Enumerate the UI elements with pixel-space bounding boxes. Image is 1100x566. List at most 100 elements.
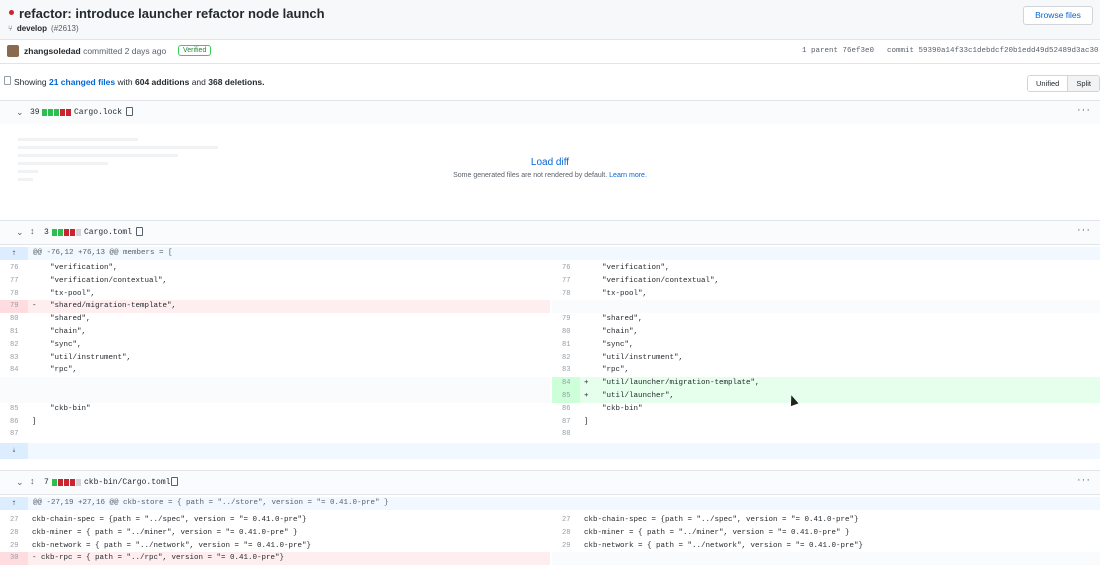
- expand-down-icon[interactable]: ⇣: [0, 443, 28, 459]
- code-line: + "util/launcher",: [584, 392, 675, 400]
- diff-stats: Showing 21 changed files with 604 additi…: [0, 70, 1100, 94]
- clipboard-icon[interactable]: [171, 477, 178, 486]
- stats-text: Showing 21 changed files with 604 additi…: [14, 77, 264, 87]
- line-number[interactable]: 86: [0, 416, 28, 429]
- line-number[interactable]: [0, 390, 28, 403]
- diff-row: 29 ckb-network = { path = "../network", v…: [0, 540, 1100, 553]
- diff-row: 27 ckb-chain-spec = {path = "../spec", ve…: [0, 514, 1100, 527]
- line-number[interactable]: 80: [552, 326, 580, 339]
- author-line: zhangsoledad committed 2 days ago: [24, 46, 166, 56]
- unfold-icon[interactable]: ↕: [30, 226, 35, 236]
- avatar[interactable]: [7, 45, 19, 57]
- diff-row: 79 - "shared/migration-template",: [0, 300, 1100, 314]
- diff-row: 82 "sync", 81 "sync",: [0, 339, 1100, 352]
- code-line: ckb-miner = { path = "../miner", version…: [584, 528, 850, 537]
- kebab-icon[interactable]: ···: [1077, 224, 1091, 236]
- line-number[interactable]: 78: [0, 288, 28, 301]
- line-number[interactable]: 76: [0, 262, 28, 275]
- expand-up-icon[interactable]: ⇡: [0, 497, 28, 510]
- line-number[interactable]: 86: [552, 403, 580, 416]
- file-change-count: 7: [44, 478, 49, 487]
- line-number[interactable]: 83: [552, 364, 580, 377]
- clipboard-icon[interactable]: [136, 227, 143, 236]
- diff-row: 85 + "util/launcher",: [0, 390, 1100, 403]
- chevron-down-icon[interactable]: ⌄: [16, 477, 24, 488]
- chevron-down-icon[interactable]: ⌄: [16, 227, 24, 238]
- file-name[interactable]: Cargo.toml: [84, 228, 132, 237]
- code-line: "rpc",: [584, 366, 630, 375]
- hunk-header: ⇡ @@ -27,19 +27,16 @@ ckb-store = { path…: [0, 497, 1100, 510]
- code-line: "ckb-bin": [584, 404, 643, 413]
- unified-button[interactable]: Unified: [1028, 76, 1069, 91]
- load-diff-link[interactable]: Load diff: [0, 157, 1100, 168]
- kebab-icon[interactable]: ···: [1077, 104, 1091, 116]
- view-toggle: Unified Split: [1027, 75, 1100, 92]
- line-number[interactable]: 85: [552, 390, 580, 403]
- unfold-icon[interactable]: ↕: [30, 476, 35, 486]
- line-number[interactable]: 82: [0, 339, 28, 352]
- status-dot-icon: [9, 10, 14, 15]
- code-line: "sync",: [584, 340, 634, 349]
- line-number[interactable]: 27: [0, 514, 28, 527]
- line-number[interactable]: [552, 300, 580, 313]
- code-line: ckb-miner = { path = "../miner", version…: [32, 528, 298, 537]
- line-number[interactable]: 81: [0, 326, 28, 339]
- diff-row: 77 "verification/contextual", 77 "verific…: [0, 275, 1100, 288]
- file-name[interactable]: Cargo.lock: [74, 108, 122, 117]
- diff-row: 76 "verification", 76 "verification",: [0, 262, 1100, 275]
- file-name[interactable]: ckb-bin/Cargo.toml: [84, 478, 170, 487]
- line-number[interactable]: 30: [0, 552, 28, 566]
- code-line: ckb-network = { path = "../network", ver…: [32, 541, 312, 550]
- line-number[interactable]: 79: [0, 300, 28, 314]
- file-header-cargo-toml: ⌄ ↕ 3 Cargo.toml ···: [0, 220, 1100, 245]
- line-number[interactable]: 88: [552, 428, 580, 441]
- verified-badge[interactable]: Verified: [178, 45, 212, 56]
- code-line: - "shared/migration-template",: [32, 302, 177, 311]
- diff-row: 86] 87]: [0, 416, 1100, 429]
- line-number[interactable]: 28: [0, 527, 28, 540]
- changed-files-link[interactable]: 21 changed files: [49, 77, 115, 87]
- line-number[interactable]: 29: [0, 540, 28, 553]
- file-change-count: 39: [30, 108, 40, 117]
- line-number[interactable]: 82: [552, 352, 580, 365]
- line-number[interactable]: 79: [552, 313, 580, 326]
- line-number[interactable]: 83: [0, 352, 28, 365]
- hunk-text: @@ -27,19 +27,16 @@ ckb-store = { path =…: [33, 499, 389, 507]
- parent-sha-link[interactable]: 76ef3e0: [843, 47, 875, 55]
- chevron-down-icon[interactable]: ⌄: [16, 107, 24, 118]
- line-number[interactable]: 27: [552, 514, 580, 527]
- line-number[interactable]: 78: [552, 288, 580, 301]
- line-number[interactable]: 84: [0, 364, 28, 377]
- file-header-ckb-bin-cargo-toml: ⌄ ↕ 7 ckb-bin/Cargo.toml ···: [0, 470, 1100, 495]
- kebab-icon[interactable]: ···: [1077, 474, 1091, 486]
- expand-up-icon[interactable]: ⇡: [0, 247, 28, 260]
- line-number[interactable]: 77: [552, 275, 580, 288]
- line-number[interactable]: [552, 552, 580, 565]
- line-number[interactable]: 80: [0, 313, 28, 326]
- line-number[interactable]: 84: [552, 377, 580, 391]
- line-number[interactable]: 87: [0, 428, 28, 441]
- deletions-count: 368 deletions.: [208, 77, 265, 87]
- parent-info: 1 parent 76ef3e0: [802, 47, 874, 55]
- line-number[interactable]: 85: [0, 403, 28, 416]
- diff-row: 28 ckb-miner = { path = "../miner", versi…: [0, 527, 1100, 540]
- split-button[interactable]: Split: [1068, 76, 1099, 91]
- line-number[interactable]: 87: [552, 416, 580, 429]
- line-number[interactable]: 81: [552, 339, 580, 352]
- line-number[interactable]: 28: [552, 527, 580, 540]
- line-number[interactable]: 77: [0, 275, 28, 288]
- pr-link[interactable]: (#2613): [51, 24, 79, 33]
- learn-more-link[interactable]: Learn more.: [609, 172, 647, 179]
- hunk-text: @@ -76,12 +76,13 @@ members = [: [33, 249, 173, 257]
- line-number[interactable]: 29: [552, 540, 580, 553]
- line-number[interactable]: [0, 377, 28, 390]
- line-number[interactable]: 76: [552, 262, 580, 275]
- code-line: "util/instrument",: [32, 353, 132, 362]
- blurred-diff-preview: [18, 138, 238, 198]
- clipboard-icon[interactable]: [126, 107, 133, 116]
- parent-label: 1 parent: [802, 47, 839, 55]
- diff-row: 78 "tx-pool", 78 "tx-pool",: [0, 288, 1100, 301]
- branch-link[interactable]: develop: [17, 24, 47, 33]
- author-link[interactable]: zhangsoledad: [24, 46, 81, 56]
- browse-files-button[interactable]: Browse files: [1023, 6, 1093, 25]
